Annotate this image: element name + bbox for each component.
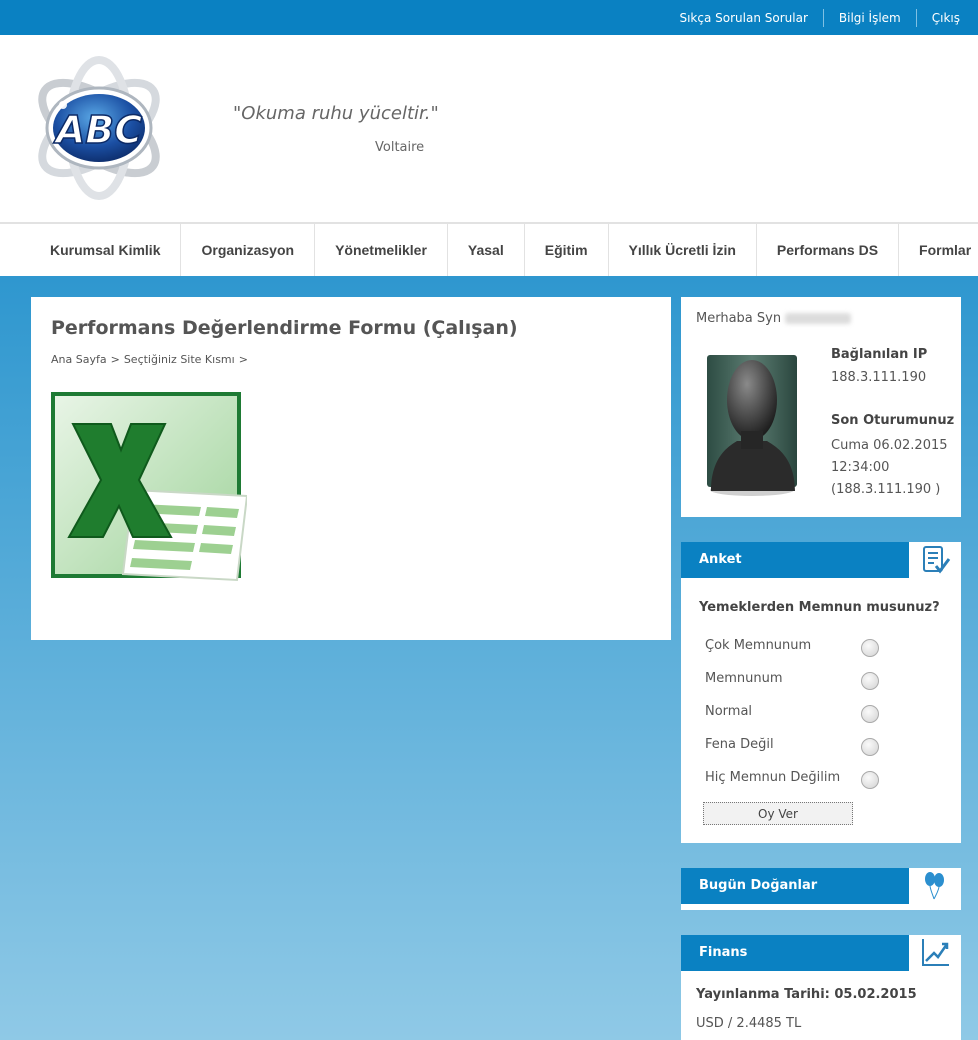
survey-header: Anket [681,542,961,578]
nav-item-kurumsal-kimlik[interactable]: Kurumsal Kimlik [30,224,180,276]
last-session-label: Son Oturumunuz [831,413,955,428]
birthdays-header: Bugün Doğanlar [681,868,961,904]
nav-item-performans-ds[interactable]: Performans DS [755,224,898,276]
breadcrumb-home[interactable]: Ana Sayfa [51,353,107,366]
option-label-memnunum: Memnunum [705,671,783,686]
last-session-value: Cuma 06.02.2015 12:34:00 (188.3.111.190 … [831,438,948,497]
birthdays-icon-box [909,868,961,904]
breadcrumb-separator: > [110,353,120,366]
excel-icon[interactable] [51,392,247,584]
breadcrumb-current[interactable]: Seçtiğiniz Site Kısmı [124,353,235,366]
nav-item-egitim[interactable]: Eğitim [523,224,608,276]
breadcrumb: Ana Sayfa > Seçtiğiniz Site Kısmı > [51,353,252,366]
nav-item-yasal[interactable]: Yasal [446,224,524,276]
option-radio-normal[interactable] [861,705,879,723]
nav-item-organizasyon[interactable]: Organizasyon [180,224,314,276]
survey-title: Anket [699,552,742,567]
survey-question: Yemeklerden Memnun musunuz? [699,600,940,615]
checklist-icon [923,546,951,574]
user-panel: Merhaba Syn Bağlanılan IP 188.3.111.190 … [681,297,961,517]
publish-date: Yayınlanma Tarihi: 05.02.2015 [696,987,917,1002]
abc-logo[interactable]: ABC [30,50,168,205]
option-radio-cok-memnunum[interactable] [861,639,879,657]
option-label-cok-memnunum: Çok Memnunum [705,638,812,653]
balloons-icon [925,872,944,900]
main-content: Performans Değerlendirme Formu (Çalışan)… [31,297,671,640]
user-avatar-icon [707,355,797,496]
finance-icon-box [909,935,961,971]
top-links: Sıkça Sorulan Sorular Bilgi İşlem Çıkış [664,0,960,35]
birthdays-title: Bugün Doğanlar [699,878,818,893]
breadcrumb-separator: > [238,353,248,366]
logout-link[interactable]: Çıkış [915,8,960,27]
option-label-hic-memnun-degilim: Hiç Memnun Değilim [705,770,841,785]
main-nav: Kurumsal Kimlik Organizasyon Yönetmelikl… [0,222,978,276]
nav-item-formlar[interactable]: Formlar [898,224,978,276]
svg-text:ABC: ABC [53,108,142,152]
finance-panel: Finans Yayınlanma Tarihi: 05.02.2015 USD… [681,935,961,1040]
greeting: Merhaba Syn [696,311,852,326]
usd-rate: USD / 2.4485 TL [696,1016,802,1031]
it-link[interactable]: Bilgi İşlem [822,8,916,27]
ip-value: 188.3.111.190 [831,370,927,385]
nav-item-yillik-izin[interactable]: Yıllık Ücretli İzin [607,224,756,276]
vote-button[interactable]: Oy Ver [703,802,853,825]
nav-item-yonetmelikler[interactable]: Yönetmelikler [314,224,447,276]
survey-icon-box [909,542,961,578]
option-radio-fena-degil[interactable] [861,738,879,756]
top-bar: Sıkça Sorulan Sorular Bilgi İşlem Çıkış [0,0,978,35]
option-radio-memnunum[interactable] [861,672,879,690]
survey-panel: Anket Yemeklerden Memnun musunuz? Çok Me… [681,542,961,843]
option-label-fena-degil: Fena Değil [705,737,774,752]
quote-author: Voltaire [375,140,425,155]
quote-text: "Okuma ruhu yüceltir." [233,103,439,124]
trend-chart-icon [922,939,949,966]
finance-title: Finans [699,945,748,960]
faq-link[interactable]: Sıkça Sorulan Sorular [664,9,822,27]
page-title: Performans Değerlendirme Formu (Çalışan) [51,317,518,339]
option-label-normal: Normal [705,704,753,719]
ip-label: Bağlanılan IP [831,347,928,362]
finance-header: Finans [681,935,961,971]
header: ABC "Okuma ruhu yüceltir." Voltaire [0,35,978,222]
user-name-blurred [785,313,852,324]
birthdays-panel: Bugün Doğanlar [681,868,961,910]
option-radio-hic-memnun-degilim[interactable] [861,771,879,789]
